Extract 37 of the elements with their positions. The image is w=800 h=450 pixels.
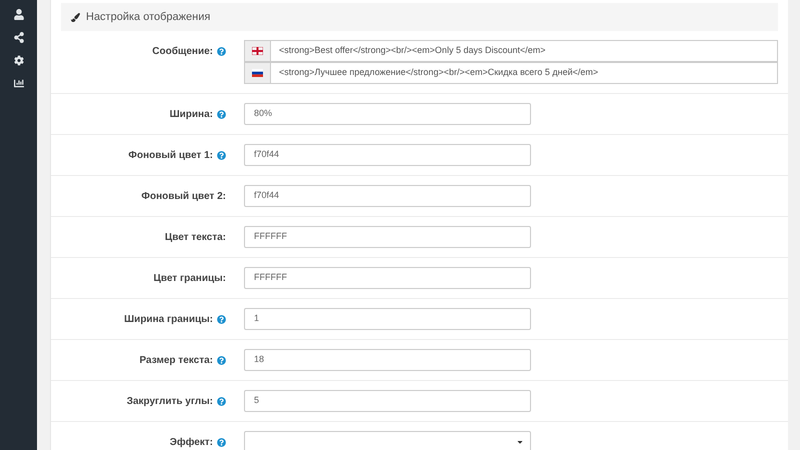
- field-label: Цвет границы:: [154, 272, 226, 286]
- flag-icon: [252, 47, 263, 55]
- field-label: Фоновый цвет 1:: [128, 148, 213, 162]
- field-label: Ширина границы:: [124, 312, 213, 326]
- help-icon[interactable]: [217, 396, 226, 406]
- settings-icon[interactable]: [14, 55, 24, 66]
- help-icon[interactable]: [217, 438, 226, 446]
- text-input[interactable]: f70f44: [244, 185, 531, 207]
- bar-chart-icon[interactable]: [14, 78, 24, 89]
- panel-title: Настройка отображения: [86, 10, 210, 25]
- flag-icon: [252, 69, 263, 77]
- text-input[interactable]: 18: [244, 349, 531, 371]
- text-input[interactable]: FFFFFF: [244, 267, 531, 289]
- field-label: Фоновый цвет 2:: [141, 190, 226, 204]
- field-label: Размер текста:: [140, 354, 213, 368]
- field-label: Эффект:: [170, 436, 213, 450]
- text-input[interactable]: FFFFFF: [244, 226, 531, 248]
- message-input[interactable]: <strong>Best offer</strong><br/><em>Only 5 days Discount</em>: [271, 40, 778, 62]
- field-label: Закруглить углы:: [126, 394, 213, 408]
- user-icon[interactable]: [14, 9, 24, 20]
- field-label: Сообщение:: [152, 45, 213, 59]
- brush-icon: [71, 12, 80, 22]
- message-input[interactable]: <strong>Лучшее предложение</strong><br/><em>Скидка всего 5 дней</em>: [271, 62, 778, 84]
- text-input[interactable]: 1: [244, 308, 531, 330]
- share-icon[interactable]: [14, 32, 24, 43]
- field-label: Ширина:: [170, 108, 213, 122]
- text-input[interactable]: 80%: [244, 103, 531, 125]
- help-icon[interactable]: [217, 47, 226, 56]
- text-input[interactable]: 5: [244, 390, 531, 412]
- help-icon[interactable]: [217, 110, 226, 118]
- field-label: Цвет текста:: [164, 230, 226, 244]
- help-icon[interactable]: [217, 314, 226, 324]
- select-field[interactable]: [244, 431, 531, 450]
- caret-icon: [516, 438, 524, 446]
- help-icon[interactable]: [217, 150, 226, 160]
- text-input[interactable]: f70f44: [244, 144, 531, 166]
- help-icon[interactable]: [217, 356, 226, 364]
